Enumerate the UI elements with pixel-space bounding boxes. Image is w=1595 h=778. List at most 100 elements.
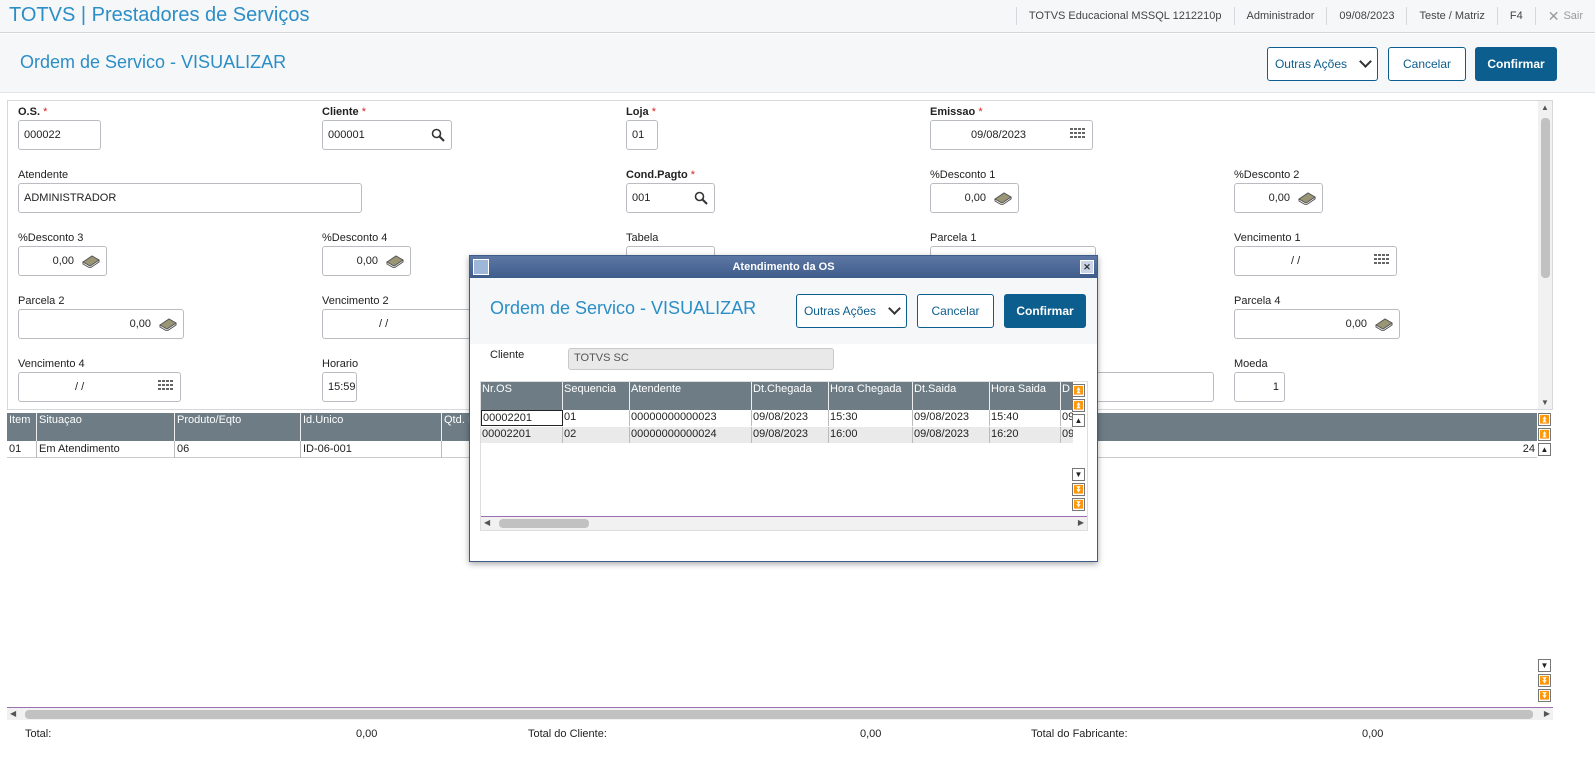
col-atendente[interactable]: Atendente — [630, 382, 752, 410]
page-header: Ordem de Servico - VISUALIZAR Outras Açõ… — [0, 34, 1595, 93]
grid-scroll-thumb[interactable] — [25, 710, 1533, 719]
emissao-input[interactable]: 09/08/2023 — [930, 120, 1093, 150]
top-bar: TOTVS | Prestadores de Serviços TOTVS Ed… — [0, 0, 1595, 33]
calendar-icon[interactable] — [1070, 128, 1086, 145]
prev-record-icon[interactable]: ▲ — [1072, 414, 1085, 427]
table-row[interactable]: 00002201 02 00000000000024 09/08/2023 16… — [481, 427, 1073, 443]
col-id-unico[interactable]: Id.Unico — [301, 413, 442, 441]
col-dt-chegada[interactable]: Dt.Chegada — [752, 382, 829, 410]
scroll-right-icon[interactable]: ▶ — [1544, 709, 1550, 718]
table-row[interactable]: 00002201 01 00000000000023 09/08/2023 15… — [481, 410, 1073, 426]
form-vertical-scrollbar[interactable]: ▲ ▼ — [1538, 101, 1552, 409]
desconto3-input[interactable]: 0,00 — [18, 246, 107, 276]
form-scroll-thumb[interactable] — [1541, 118, 1550, 278]
moeda-input[interactable]: 1 — [1234, 372, 1285, 402]
confirm-button[interactable]: Confirmar — [1475, 47, 1557, 81]
search-icon[interactable] — [431, 128, 445, 145]
tabela-field: Tabela — [626, 232, 658, 246]
first-record-icon[interactable]: ⏫ — [1072, 384, 1085, 397]
grid-horizontal-scrollbar[interactable]: ◀ ▶ — [7, 707, 1553, 720]
exit-label: Sair — [1563, 10, 1583, 22]
dialog-confirm-button[interactable]: Confirmar — [1004, 294, 1086, 328]
dialog-horizontal-scrollbar[interactable]: ◀ ▶ — [481, 516, 1087, 530]
dialog-grid-header: Nr.OS Sequencia Atendente Dt.Chegada Hor… — [481, 382, 1073, 410]
next-record-icon[interactable]: ▼ — [1072, 468, 1085, 481]
col-item[interactable]: Item — [7, 413, 37, 441]
scroll-left-icon[interactable]: ◀ — [484, 518, 490, 527]
cond-pagto-value: 001 — [632, 192, 651, 204]
col-sequencia[interactable]: Sequencia — [563, 382, 630, 410]
tabela-label: Tabela — [626, 232, 659, 244]
search-icon[interactable] — [694, 191, 708, 208]
desconto4-field: %Desconto 4 — [322, 232, 387, 246]
dialog-scroll-thumb[interactable] — [499, 519, 589, 528]
dialog-cancel-button[interactable]: Cancelar — [917, 294, 994, 328]
exit-button[interactable]: ✕ Sair — [1534, 7, 1595, 25]
page-down-icon[interactable]: ⏬ — [1072, 483, 1085, 496]
company-label[interactable]: Teste / Matriz — [1406, 7, 1496, 25]
close-icon[interactable]: ✕ — [1080, 260, 1094, 274]
emissao-field: Emissao * — [930, 106, 983, 118]
shortcut-f4[interactable]: F4 — [1496, 7, 1535, 25]
dialog-more-actions-button[interactable]: Outras Ações — [796, 294, 907, 328]
emissao-value: 09/08/2023 — [971, 129, 1027, 141]
horario-field: Horario — [322, 358, 358, 372]
horario-label: Horario — [322, 358, 359, 370]
vencimento1-input[interactable]: / / — [1234, 246, 1397, 276]
prev-record-icon[interactable]: ▲ — [1538, 443, 1551, 456]
loja-input[interactable]: 01 — [626, 120, 658, 150]
dialog-header: Ordem de Servico - VISUALIZAR Outras Açõ… — [470, 278, 1097, 344]
parcela2-input[interactable]: 0,00 — [18, 309, 184, 339]
os-input[interactable]: 000022 — [18, 120, 101, 150]
parcela2-field: Parcela 2 — [18, 295, 64, 309]
cell-situacao: Em Atendimento — [37, 441, 175, 458]
dialog-cliente-label: Cliente — [490, 349, 525, 361]
dialog-title-bar[interactable]: Atendimento da OS ✕ — [470, 256, 1097, 278]
col-hora-saida[interactable]: Hora Saida — [990, 382, 1061, 410]
dialog-cliente-input: TOTVS SC — [568, 348, 834, 370]
desconto1-input[interactable]: 0,00 — [930, 183, 1019, 213]
parcela4-field: Parcela 4 — [1234, 295, 1280, 309]
horario-input[interactable]: 15:59 — [322, 372, 357, 402]
vencimento2-input[interactable]: / / — [322, 309, 485, 339]
last-record-icon[interactable]: ⏬ — [1072, 498, 1085, 511]
atendente-label: Atendente — [18, 169, 69, 181]
more-actions-button[interactable]: Outras Ações — [1267, 47, 1378, 81]
cancel-button[interactable]: Cancelar — [1388, 47, 1466, 81]
page-down-icon[interactable]: ⏬ — [1538, 674, 1551, 687]
scroll-left-icon[interactable]: ◀ — [10, 709, 16, 718]
last-record-icon[interactable]: ⏬ — [1538, 689, 1551, 702]
cell-dt-chegada: 09/08/2023 — [752, 410, 829, 426]
user-label: Administrador — [1233, 7, 1327, 25]
atendente-input[interactable]: ADMINISTRADOR — [18, 183, 362, 213]
scroll-down-icon[interactable]: ▼ — [1541, 398, 1549, 407]
col-situacao[interactable]: Situaçao — [37, 413, 175, 441]
next-record-icon[interactable]: ▼ — [1538, 659, 1551, 672]
parcela4-input[interactable]: 0,00 — [1234, 309, 1400, 339]
scroll-right-icon[interactable]: ▶ — [1078, 518, 1084, 527]
money-icon — [1298, 191, 1316, 208]
scroll-up-icon[interactable]: ▲ — [1541, 103, 1549, 112]
page-up-icon[interactable]: ⏫ — [1072, 399, 1085, 412]
vencimento4-input[interactable]: / / — [18, 372, 181, 402]
col-dt-saida[interactable]: Dt.Saida — [913, 382, 990, 410]
cell-dt-saida: 09/08/2023 — [913, 410, 990, 426]
calendar-icon[interactable] — [1374, 254, 1390, 271]
cell-atendente: 00000000000024 — [630, 427, 752, 443]
col-produto[interactable]: Produto/Eqto — [175, 413, 301, 441]
col-nr-os[interactable]: Nr.OS — [481, 382, 563, 410]
desconto2-input[interactable]: 0,00 — [1234, 183, 1323, 213]
dialog-more-actions-label: Outras Ações — [803, 304, 877, 318]
col-hora-chegada[interactable]: Hora Chegada — [829, 382, 913, 410]
page-up-icon[interactable]: ⏫ — [1538, 428, 1551, 441]
cell-atendente: 00000000000023 — [630, 410, 752, 426]
cond-pagto-input[interactable]: 001 — [626, 183, 715, 213]
parcela2-value: 0,00 — [129, 318, 151, 330]
vencimento4-label: Vencimento 4 — [18, 358, 85, 370]
first-record-icon[interactable]: ⏫ — [1538, 413, 1551, 426]
calendar-icon[interactable] — [158, 380, 174, 397]
desconto4-input[interactable]: 0,00 — [322, 246, 411, 276]
chevron-down-icon — [888, 302, 901, 315]
cliente-input[interactable]: 000001 — [322, 120, 452, 150]
total-fabricante-label: Total do Fabricante: — [1031, 728, 1128, 740]
